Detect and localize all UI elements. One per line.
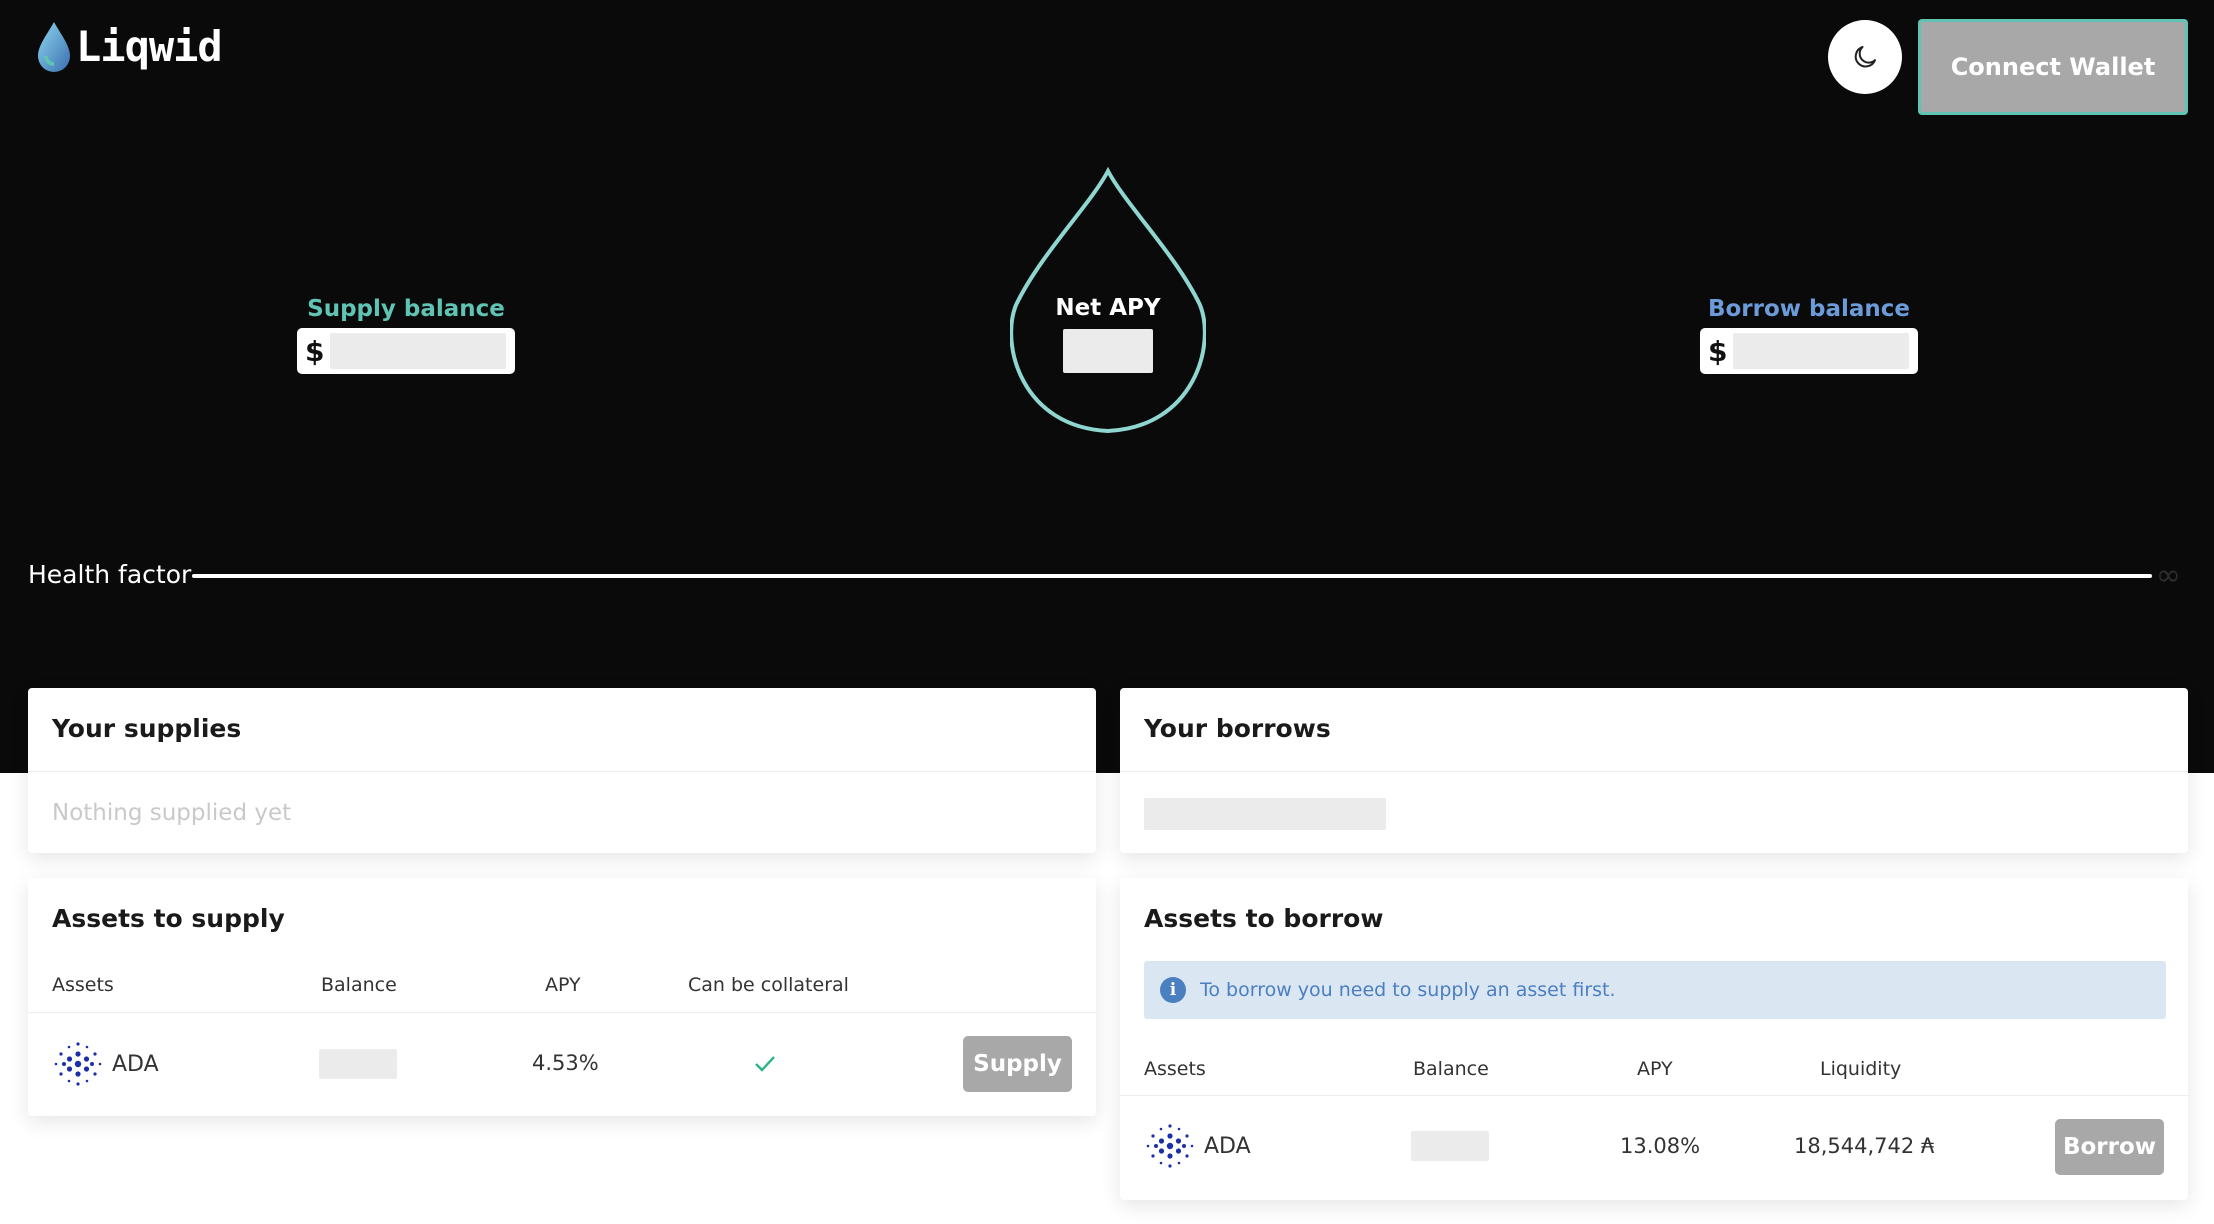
connect-wallet-button[interactable]: Connect Wallet [1918, 19, 2188, 115]
column-header-apy: APY [545, 974, 581, 996]
health-factor-label: Health factor [28, 560, 192, 589]
logo-text: Liqwid [76, 21, 223, 71]
borrow-balance-label: Borrow balance [1707, 296, 1911, 322]
asset-cell: ADA [52, 1038, 159, 1090]
column-header-liquidity: Liquidity [1820, 1058, 1902, 1080]
info-icon: i [1160, 977, 1186, 1003]
net-apy-drop: Net APY [1009, 165, 1207, 435]
check-icon [755, 1056, 775, 1072]
borrow-currency-symbol: $ [1708, 334, 1728, 368]
column-header-balance: Balance [321, 974, 397, 996]
borrow-button[interactable]: Borrow [2055, 1119, 2164, 1175]
liquidity-value: 18,544,742 ₳ [1794, 1134, 1935, 1158]
divider [1120, 771, 2188, 772]
supply-currency-symbol: $ [305, 334, 325, 368]
your-supplies-title: Your supplies [52, 714, 242, 743]
borrow-balance-placeholder [1733, 333, 1910, 369]
asset-name: ADA [1204, 1133, 1251, 1159]
health-factor-bar [192, 574, 2152, 578]
column-header-balance: Balance [1413, 1058, 1489, 1080]
column-header-assets: Assets [52, 974, 114, 996]
borrows-loading-placeholder [1144, 798, 1386, 830]
health-factor-value: ∞ [2156, 558, 2181, 593]
assets-to-supply-title: Assets to supply [52, 904, 285, 933]
divider [28, 771, 1096, 772]
supply-balance-placeholder [330, 333, 507, 369]
supply-balance-value: $ [297, 328, 515, 374]
borrow-balance-value: $ [1700, 328, 1918, 374]
divider [28, 1012, 1096, 1013]
supply-balance-block: Supply balance $ [297, 296, 515, 374]
info-text: To borrow you need to supply an asset fi… [1200, 979, 1616, 1001]
borrow-balance-block: Borrow balance $ [1700, 296, 1918, 374]
cardano-icon [1146, 1124, 1194, 1168]
asset-cell: ADA [1144, 1120, 1251, 1172]
your-borrows-panel: Your borrows [1120, 688, 2188, 853]
supply-button[interactable]: Supply [963, 1036, 1072, 1092]
logo[interactable]: Liqwid [36, 20, 223, 72]
column-header-apy: APY [1637, 1058, 1673, 1080]
column-header-collateral: Can be collateral [688, 974, 849, 996]
supplies-empty-text: Nothing supplied yet [52, 800, 292, 826]
assets-to-borrow-title: Assets to borrow [1144, 904, 1384, 933]
balance-placeholder [319, 1049, 397, 1079]
your-borrows-title: Your borrows [1144, 714, 1331, 743]
supply-balance-label: Supply balance [307, 296, 505, 322]
net-apy-label: Net APY [1055, 295, 1161, 321]
theme-toggle-button[interactable] [1828, 20, 1902, 94]
moon-icon [1854, 46, 1876, 68]
assets-to-supply-panel: Assets to supply Assets Balance APY Can … [28, 878, 1096, 1116]
column-header-assets: Assets [1144, 1058, 1206, 1080]
net-apy-placeholder [1063, 329, 1153, 373]
apy-value: 13.08% [1620, 1134, 1701, 1158]
droplet-logo-icon [38, 22, 70, 72]
assets-to-borrow-panel: Assets to borrow i To borrow you need to… [1120, 878, 2188, 1200]
apy-value: 4.53% [532, 1051, 599, 1075]
cardano-icon [54, 1042, 102, 1086]
your-supplies-panel: Your supplies Nothing supplied yet [28, 688, 1096, 853]
info-banner: i To borrow you need to supply an asset … [1144, 961, 2166, 1019]
balance-placeholder [1411, 1131, 1489, 1161]
asset-name: ADA [112, 1051, 159, 1077]
divider [1120, 1095, 2188, 1096]
